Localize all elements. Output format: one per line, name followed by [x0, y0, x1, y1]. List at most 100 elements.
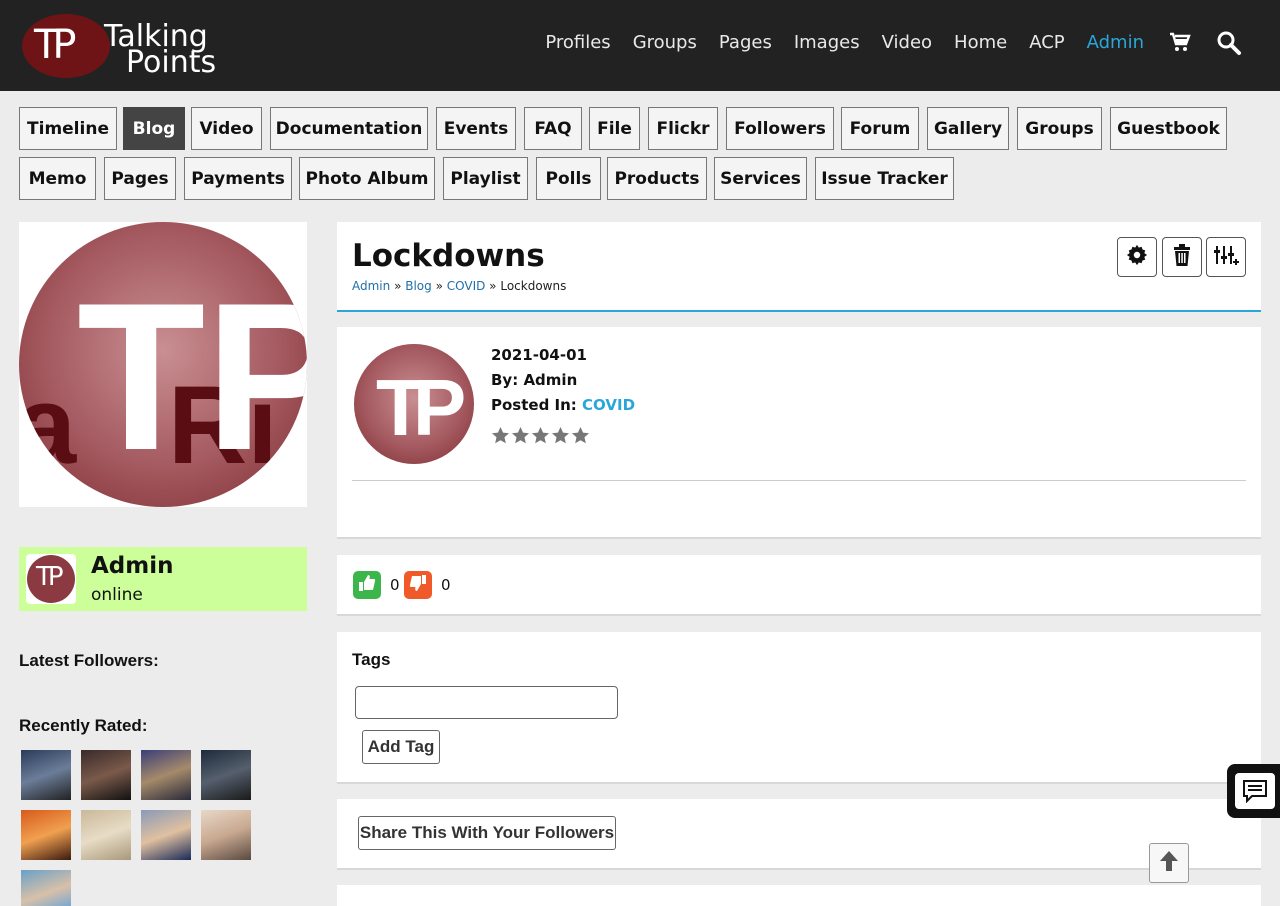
nav-admin[interactable]: Admin: [1087, 32, 1144, 53]
post-panel: TP 2021-04-01 By: Admin Posted In: COVID: [337, 327, 1261, 539]
vote-panel: 0 0: [337, 555, 1261, 616]
rated-thumbnail[interactable]: [81, 750, 131, 800]
breadcrumb-blog[interactable]: Blog: [405, 279, 432, 293]
tag-input[interactable]: [355, 686, 618, 719]
main-nav: Profiles Groups Pages Images Video Home …: [523, 30, 1241, 55]
rated-thumbnail[interactable]: [141, 810, 191, 860]
post-author-line: By: Admin: [491, 371, 578, 389]
rated-thumbnail[interactable]: [21, 750, 71, 800]
tags-heading: Tags: [352, 650, 391, 669]
post-category-link[interactable]: COVID: [582, 396, 635, 414]
gear-icon: [1126, 244, 1148, 270]
star-icon: [551, 426, 570, 444]
rated-thumbnail[interactable]: [21, 870, 71, 906]
tab-video[interactable]: Video: [191, 107, 262, 150]
latest-followers-heading: Latest Followers:: [19, 651, 159, 670]
tab-services[interactable]: Services: [714, 157, 807, 200]
user-status-card: TP Admin online: [19, 547, 307, 611]
settings-button[interactable]: [1117, 237, 1157, 277]
rated-thumbnail[interactable]: [21, 810, 71, 860]
dislike-button[interactable]: [404, 571, 432, 599]
tab-memo[interactable]: Memo: [19, 157, 96, 200]
delete-button[interactable]: [1162, 237, 1202, 277]
profile-avatar[interactable]: a Ri TP: [19, 222, 307, 507]
like-count: 0: [390, 576, 400, 594]
breadcrumb: Admin » Blog » COVID » Lockdowns: [352, 279, 567, 293]
like-button[interactable]: [353, 571, 381, 599]
star-icon: [571, 426, 590, 444]
site-logo[interactable]: TP Talking Points: [22, 14, 252, 80]
logo-text: Talking Points: [104, 22, 216, 78]
sliders-icon: [1213, 244, 1239, 270]
tab-documentation[interactable]: Documentation: [270, 107, 428, 150]
avatar-decor-tp: TP: [376, 363, 466, 452]
rated-thumbnail[interactable]: [81, 810, 131, 860]
tab-gallery[interactable]: Gallery: [927, 107, 1009, 150]
user-online-status: online: [91, 585, 143, 605]
post-author[interactable]: Admin: [523, 371, 577, 389]
tab-photo-album[interactable]: Photo Album: [299, 157, 435, 200]
tab-followers[interactable]: Followers: [726, 107, 834, 150]
avatar-decor-tp: TP: [77, 259, 307, 494]
tab-timeline[interactable]: Timeline: [19, 107, 117, 150]
star-icon: [491, 426, 510, 444]
divider: [352, 480, 1246, 481]
dislike-count: 0: [441, 576, 451, 594]
tags-panel: Tags Add Tag: [337, 632, 1261, 784]
post-date: 2021-04-01: [491, 346, 587, 364]
rated-thumbnail[interactable]: [201, 750, 251, 800]
user-name[interactable]: Admin: [91, 553, 174, 579]
post-header-panel: Lockdowns Admin » Blog » COVID » Lockdow…: [337, 222, 1261, 312]
tab-events[interactable]: Events: [436, 107, 516, 150]
tab-forum[interactable]: Forum: [841, 107, 919, 150]
nav-profiles[interactable]: Profiles: [545, 32, 610, 53]
star-rating[interactable]: [491, 426, 590, 445]
tab-groups[interactable]: Groups: [1017, 107, 1102, 150]
page-title: Lockdowns: [352, 238, 545, 274]
next-panel: [337, 885, 1261, 906]
chat-icon: [1235, 773, 1275, 809]
tab-playlist[interactable]: Playlist: [443, 157, 528, 200]
tab-pages[interactable]: Pages: [104, 157, 176, 200]
breadcrumb-current: Lockdowns: [500, 279, 567, 293]
cart-icon[interactable]: [1168, 30, 1192, 54]
nav-images[interactable]: Images: [794, 32, 860, 53]
star-icon: [511, 426, 530, 444]
rated-thumbnail[interactable]: [141, 750, 191, 800]
logo-mark: TP: [34, 22, 76, 68]
tab-polls[interactable]: Polls: [536, 157, 601, 200]
scroll-to-top-button[interactable]: [1149, 843, 1189, 883]
tab-issue-tracker[interactable]: Issue Tracker: [815, 157, 954, 200]
user-mini-avatar[interactable]: TP: [26, 554, 76, 604]
nav-home[interactable]: Home: [954, 32, 1007, 53]
post-category-line: Posted In: COVID: [491, 396, 636, 414]
tab-blog[interactable]: Blog: [123, 107, 185, 150]
recently-rated-heading: Recently Rated:: [19, 716, 148, 735]
post-author-avatar[interactable]: TP: [354, 344, 474, 464]
profile-avatar-image: a Ri TP: [19, 222, 307, 507]
tab-products[interactable]: Products: [607, 157, 707, 200]
nav-video[interactable]: Video: [882, 32, 932, 53]
tab-faq[interactable]: FAQ: [524, 107, 582, 150]
share-with-followers-button[interactable]: Share This With Your Followers: [358, 816, 616, 850]
search-icon[interactable]: [1216, 30, 1241, 55]
breadcrumb-admin[interactable]: Admin: [352, 279, 390, 293]
tab-flickr[interactable]: Flickr: [648, 107, 718, 150]
rated-thumbnail[interactable]: [201, 810, 251, 860]
tab-file[interactable]: File: [589, 107, 640, 150]
nav-acp[interactable]: ACP: [1029, 32, 1064, 53]
top-navbar: TP Talking Points Profiles Groups Pages …: [0, 0, 1280, 91]
adjust-button[interactable]: [1206, 237, 1246, 277]
tab-guestbook[interactable]: Guestbook: [1110, 107, 1227, 150]
thumbs-down-icon: [409, 574, 427, 596]
share-panel: Share This With Your Followers: [337, 799, 1261, 870]
breadcrumb-covid[interactable]: COVID: [447, 279, 486, 293]
nav-groups[interactable]: Groups: [633, 32, 697, 53]
post-meta: 2021-04-01 By: Admin Posted In: COVID: [491, 346, 635, 421]
nav-pages[interactable]: Pages: [719, 32, 772, 53]
chat-button[interactable]: [1227, 764, 1280, 818]
add-tag-button[interactable]: Add Tag: [362, 730, 440, 764]
tab-payments[interactable]: Payments: [184, 157, 292, 200]
trash-icon: [1172, 244, 1192, 270]
thumbs-up-icon: [358, 574, 376, 596]
